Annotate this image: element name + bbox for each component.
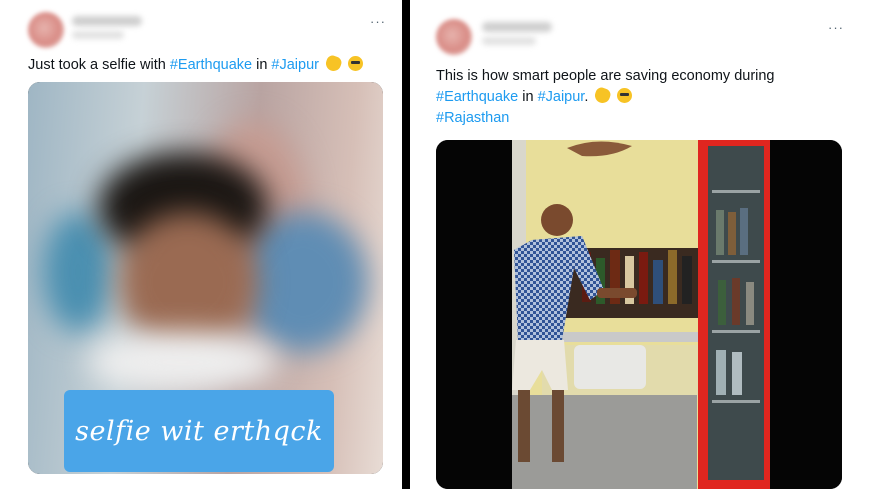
blurred-handle — [482, 37, 536, 45]
face-with-monocle-emoji — [348, 56, 364, 71]
hashtag-rajasthan-link[interactable]: #Rajasthan — [436, 110, 509, 126]
selfie-caption-overlay: selfie wit erthqck — [64, 390, 334, 472]
hashtag-earthquake-link[interactable]: #Earthquake — [170, 57, 252, 73]
tweet-text: This is how smart people are saving econ… — [436, 66, 775, 129]
letterbox-right — [770, 140, 842, 489]
tweet-text-period: . — [584, 89, 589, 105]
panel-divider — [402, 0, 410, 489]
hashtag-earthquake-link[interactable]: #Earthquake — [436, 89, 518, 105]
blurred-handle — [72, 31, 124, 39]
tweet-text-prefix: Just took a selfie with — [28, 57, 170, 73]
floor — [512, 395, 697, 489]
blurred-curtain — [43, 212, 113, 332]
bar-scene-drawing — [512, 140, 770, 489]
tweet-text-line-1: This is how smart people are saving econ… — [436, 68, 775, 84]
bar-video-frame[interactable] — [436, 140, 842, 489]
tweet-text: Just took a selfie with #Earthquake in #… — [28, 53, 364, 76]
blurred-avatar[interactable] — [28, 12, 64, 48]
blurred-shirt — [88, 332, 278, 392]
red-refrigerator — [698, 140, 770, 489]
tweet-text-middle: in — [252, 57, 272, 73]
blurred-avatar[interactable] — [436, 19, 472, 55]
selfie-photo[interactable]: selfie wit erthqck — [28, 82, 383, 474]
hashtag-jaipur-link[interactable]: #Jaipur — [271, 57, 319, 73]
smiling-face-with-sunglasses-emoji — [617, 88, 633, 103]
hashtag-jaipur-link[interactable]: #Jaipur — [538, 89, 585, 105]
pointing-down-hand-emoji — [323, 53, 344, 74]
letterbox-left — [436, 140, 512, 489]
counter-rail — [542, 332, 707, 342]
blurred-face — [118, 212, 258, 352]
blurred-display-name[interactable] — [482, 22, 552, 32]
tweet-text-middle: in — [518, 89, 538, 105]
more-options-icon[interactable]: ··· — [370, 14, 386, 29]
bar-scene — [512, 140, 770, 489]
blurred-display-name[interactable] — [72, 16, 142, 26]
selfie-caption-text: selfie wit erthqck — [75, 415, 323, 447]
more-options-icon[interactable]: ··· — [828, 20, 844, 35]
pointing-down-hand-emoji — [593, 85, 613, 106]
